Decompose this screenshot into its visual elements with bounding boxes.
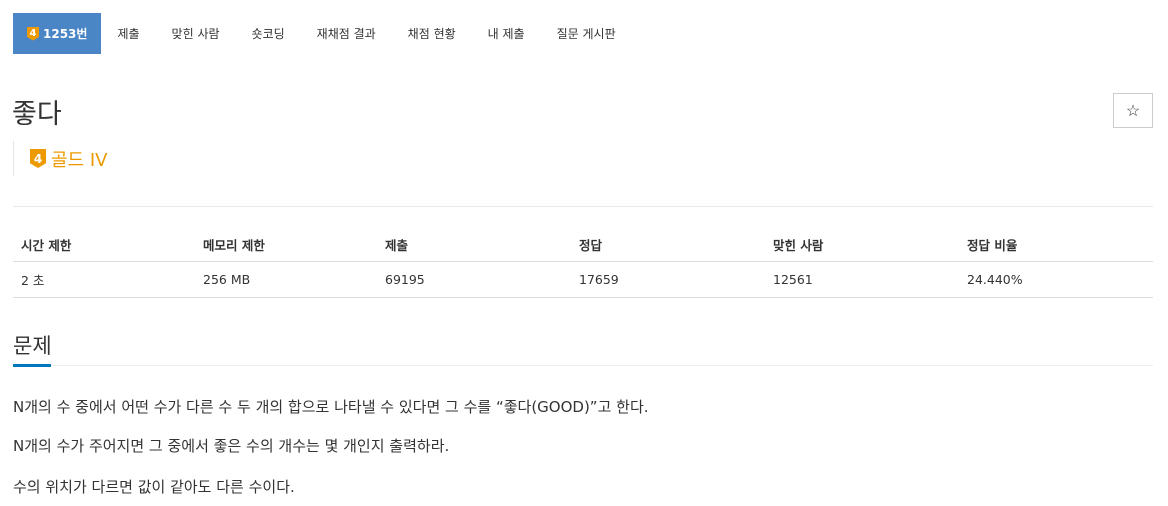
gold-tier-icon: 4 (27, 26, 39, 41)
problem-page: 4 1253번 제출 맞힌 사람 숏코딩 재채점 결과 채점 현황 내 제출 질… (0, 0, 1168, 506)
accepted-header: 정답 (571, 228, 765, 262)
tab-solved-users[interactable]: 맞힌 사람 (156, 13, 236, 54)
tab-solved-users-label: 맞힌 사람 (171, 27, 220, 41)
section-rule (13, 365, 1153, 366)
submissions-value: 69195 (377, 261, 571, 298)
memory-limit-header: 메모리 제한 (195, 228, 377, 262)
time-limit-header: 시간 제한 (13, 228, 195, 262)
info-value-row: 2 초 256 MB 69195 17659 12561 24.440% (13, 261, 1153, 298)
section-title-underline (13, 364, 51, 367)
solved-users-value: 12561 (765, 261, 959, 298)
tab-my-submissions-label: 내 제출 (487, 27, 525, 41)
tab-submit-label: 제출 (117, 27, 140, 41)
tab-qna-board[interactable]: 질문 게시판 (541, 13, 632, 54)
tab-problem[interactable]: 4 1253번 (13, 13, 102, 54)
problem-tier: 4 골드 IV (13, 141, 107, 176)
gold-tier-icon: 4 (30, 149, 46, 168)
tier-label: 골드 IV (51, 149, 108, 171)
problem-tab-bar: 4 1253번 제출 맞힌 사람 숏코딩 재채점 결과 채점 현황 내 제출 질… (13, 13, 632, 54)
problem-paragraph: N개의 수가 주어지면 그 중에서 좋은 수의 개수는 몇 개인지 출력하라. (13, 437, 450, 455)
tab-short-coding-label: 숏코딩 (251, 27, 285, 41)
solved-users-header: 맞힌 사람 (765, 228, 959, 262)
submissions-header: 제출 (377, 228, 571, 262)
memory-limit-value: 256 MB (195, 261, 377, 298)
tab-my-submissions[interactable]: 내 제출 (472, 13, 541, 54)
problem-info-table: 시간 제한 메모리 제한 제출 정답 맞힌 사람 정답 비율 2 초 256 M… (13, 228, 1153, 298)
star-icon: ☆ (1125, 102, 1141, 120)
tab-problem-label: 1253번 (43, 27, 88, 41)
problem-title: 좋다 (12, 99, 62, 130)
header-divider (13, 206, 1153, 207)
tab-qna-board-label: 질문 게시판 (556, 27, 616, 41)
favorite-button[interactable]: ☆ (1113, 93, 1153, 128)
accept-ratio-header: 정답 비율 (959, 228, 1153, 262)
tab-short-coding[interactable]: 숏코딩 (236, 13, 301, 54)
time-limit-value: 2 초 (13, 261, 195, 298)
tab-submit[interactable]: 제출 (101, 13, 155, 54)
info-header-row: 시간 제한 메모리 제한 제출 정답 맞힌 사람 정답 비율 (13, 228, 1153, 262)
accept-ratio-value: 24.440% (959, 261, 1153, 298)
tab-rejudge-results[interactable]: 재채점 결과 (301, 13, 392, 54)
accepted-value: 17659 (571, 261, 765, 298)
tab-judge-status[interactable]: 채점 현황 (392, 13, 472, 54)
problem-section-title: 문제 (13, 334, 52, 358)
tab-judge-status-label: 채점 현황 (407, 27, 456, 41)
problem-paragraph: 수의 위치가 다르면 값이 같아도 다른 수이다. (13, 478, 295, 496)
problem-paragraph: N개의 수 중에서 어떤 수가 다른 수 두 개의 합으로 나타낼 수 있다면 … (13, 398, 649, 416)
tab-rejudge-results-label: 재채점 결과 (316, 27, 376, 41)
